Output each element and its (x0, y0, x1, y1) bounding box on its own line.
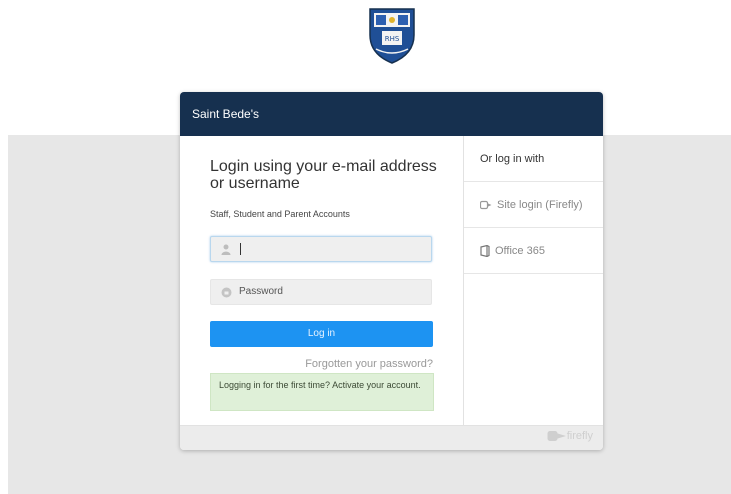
login-form: Login using your e-mail address or usern… (180, 136, 463, 426)
firefly-login-option[interactable]: Site login (Firefly) (464, 182, 603, 228)
lock-icon (220, 286, 232, 298)
alt-login-panel: Or log in with Site login (Firefly) Offi… (463, 136, 603, 426)
accounts-label: Staff, Student and Parent Accounts (210, 209, 350, 219)
card-header: Saint Bede's (180, 92, 603, 136)
password-placeholder: Password (239, 286, 283, 297)
login-card: Saint Bede's Login using your e-mail add… (180, 92, 603, 450)
school-name: Saint Bede's (192, 107, 260, 121)
activate-account-notice[interactable]: Logging in for the first time? Activate … (210, 373, 434, 411)
login-title: Login using your e-mail address or usern… (210, 158, 437, 192)
username-input[interactable] (210, 236, 432, 262)
password-input[interactable]: Password (210, 279, 432, 305)
alt-login-heading: Or log in with (464, 136, 603, 182)
firefly-login-label: Site login (Firefly) (497, 198, 583, 211)
firefly-logo-icon (547, 431, 566, 441)
user-icon (220, 243, 232, 255)
footer-brand: firefly (566, 430, 593, 442)
login-button[interactable]: Log in (210, 321, 433, 347)
card-footer: firefly (180, 425, 603, 450)
office365-login-label: Office 365 (495, 244, 545, 257)
firefly-icon (480, 200, 492, 210)
school-crest: RHS (366, 5, 418, 65)
forgot-password-link[interactable]: Forgotten your password? (305, 358, 433, 370)
office365-login-option[interactable]: Office 365 (464, 228, 603, 274)
firefly-footer-logo: firefly (547, 430, 593, 442)
svg-text:RHS: RHS (385, 35, 400, 43)
text-caret (240, 243, 241, 255)
office-icon (480, 244, 490, 257)
